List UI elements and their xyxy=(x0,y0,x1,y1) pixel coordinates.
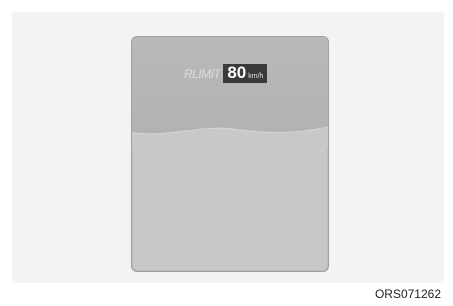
figure-code: ORS071262 xyxy=(374,287,441,301)
speed-limit-box: 80 km/h xyxy=(223,63,268,83)
speed-limit-unit: km/h xyxy=(248,73,264,80)
speed-limit-indicator: RLIMIT 80 km/h xyxy=(184,63,268,83)
speed-limit-value: 80 xyxy=(227,63,247,82)
speed-limit-label: RLIMIT xyxy=(184,66,221,81)
display-divider-wave xyxy=(132,126,328,149)
cluster-display: RLIMIT 80 km/h xyxy=(131,36,329,272)
